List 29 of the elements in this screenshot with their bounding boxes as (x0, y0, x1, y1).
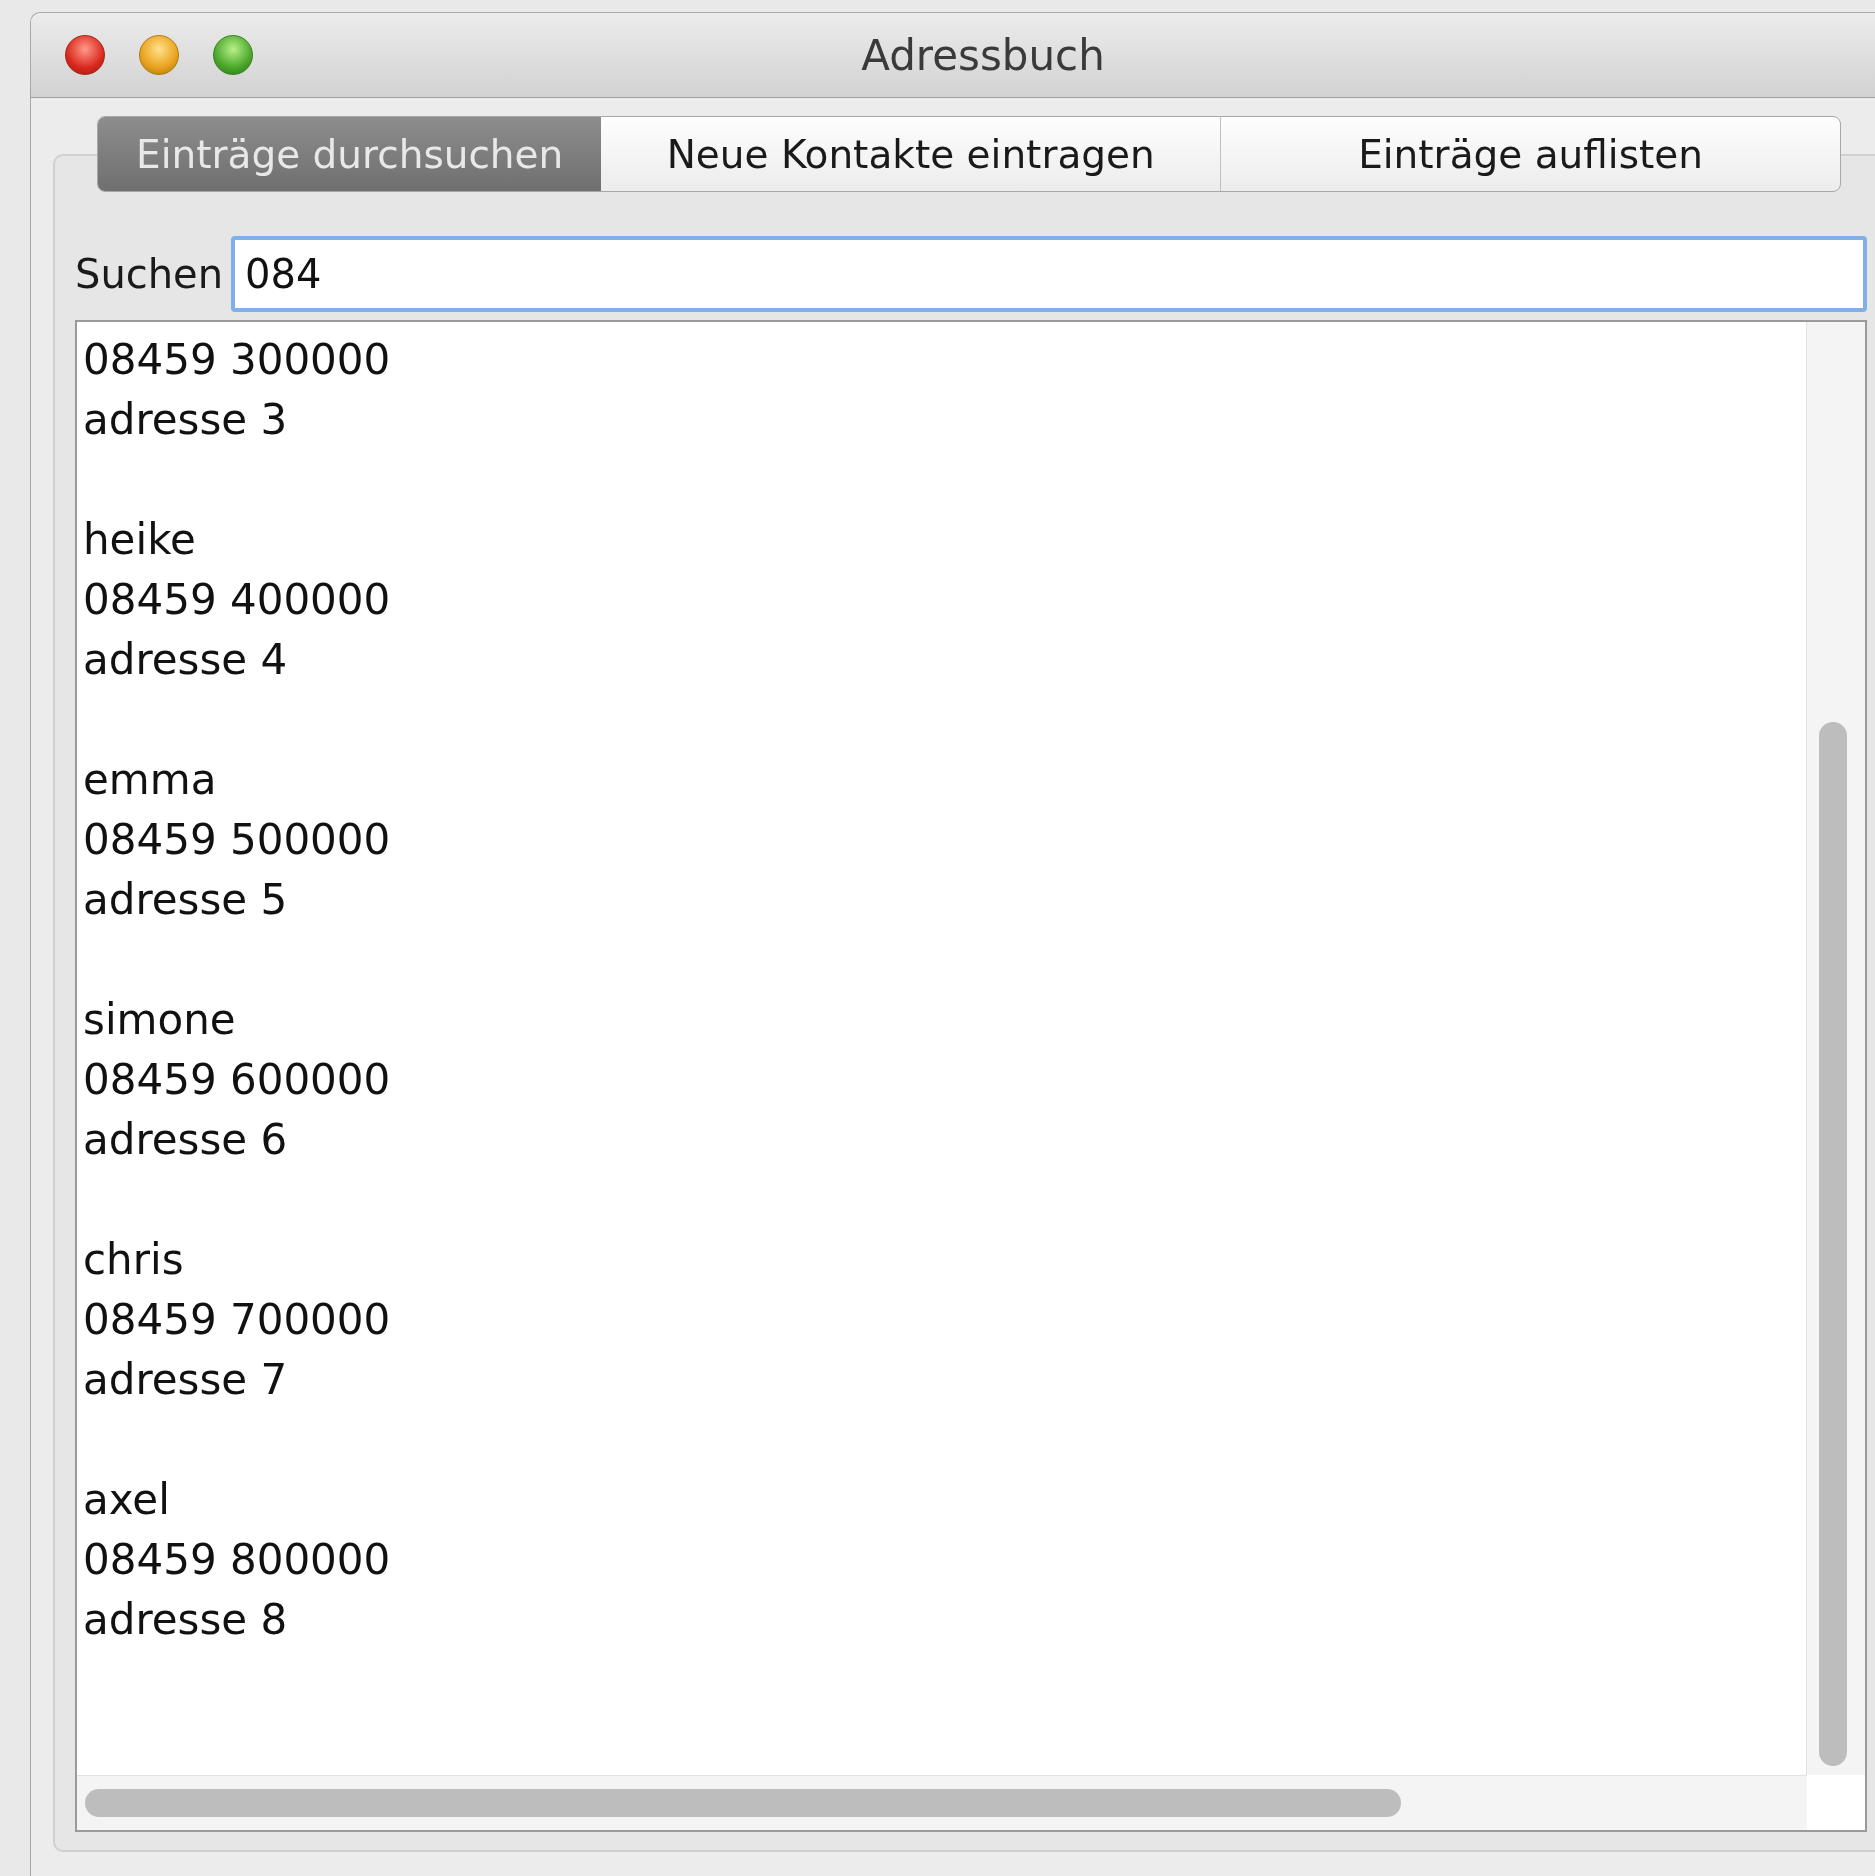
result-line: adresse 6 (83, 1114, 289, 1166)
scrollbar-thumb[interactable] (85, 1789, 1401, 1817)
result-line: simone (83, 994, 237, 1046)
tab[interactable]: Neue Kontakte eintragen (601, 117, 1221, 191)
result-line: axel (83, 1474, 171, 1526)
result-line: 08459 300000 (83, 334, 392, 386)
result-line: 08459 700000 (83, 1294, 392, 1346)
result-line: heike (83, 514, 197, 566)
result-line: adresse 8 (83, 1594, 289, 1646)
zoom-button[interactable] (213, 35, 253, 75)
window-title: Adressbuch (861, 30, 1105, 80)
search-field[interactable]: 084 (231, 236, 1867, 312)
result-line: adresse 4 (83, 634, 289, 686)
result-line: 08459 500000 (83, 814, 392, 866)
result-line: 08459 600000 (83, 1054, 392, 1106)
minimize-button[interactable] (139, 35, 179, 75)
search-label: Suchen (75, 251, 224, 297)
vertical-scrollbar[interactable] (1806, 322, 1865, 1775)
result-line: adresse 3 (83, 394, 289, 446)
result-line: adresse 5 (83, 874, 289, 926)
result-line: 08459 800000 (83, 1534, 392, 1586)
result-line: chris (83, 1234, 185, 1286)
horizontal-scrollbar[interactable] (77, 1775, 1807, 1830)
result-line: adresse 7 (83, 1354, 289, 1406)
result-line: emma (83, 754, 218, 806)
scrollbar-thumb[interactable] (1819, 722, 1847, 1766)
tab[interactable]: Einträge auflisten (1220, 117, 1840, 191)
close-button[interactable] (65, 35, 105, 75)
result-line: 08459 400000 (83, 574, 392, 626)
